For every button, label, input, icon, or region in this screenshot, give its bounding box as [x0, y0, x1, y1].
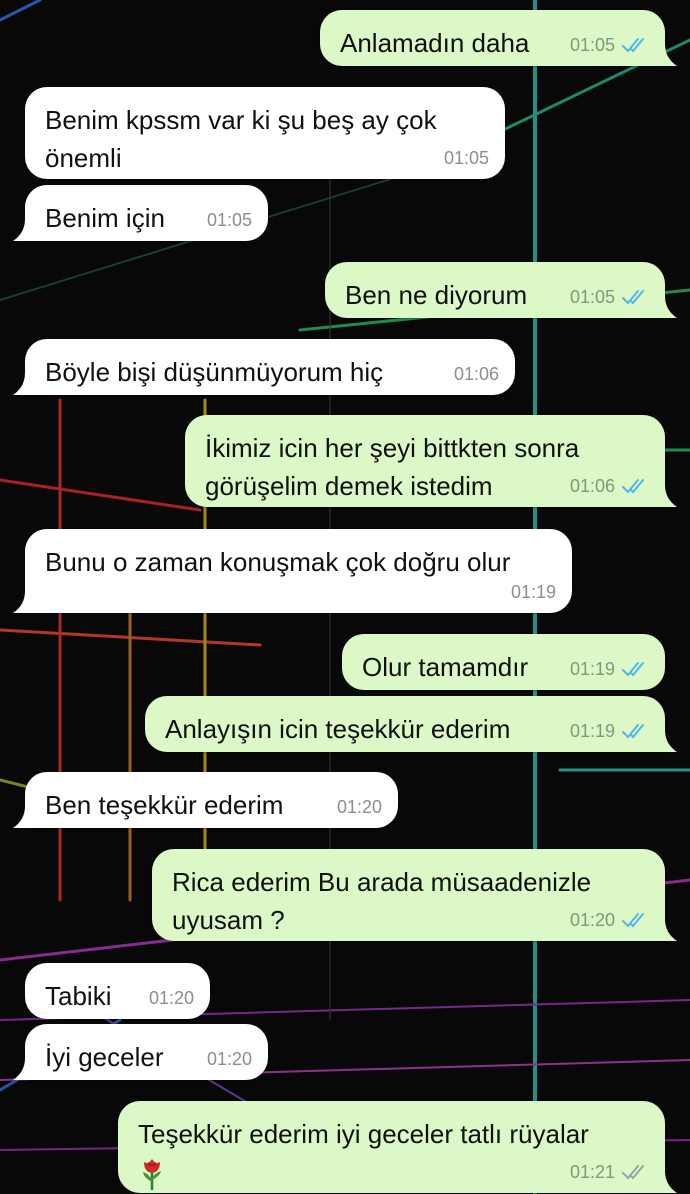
message-meta: 01:20 — [570, 909, 651, 931]
message-timestamp: 01:20 — [148, 988, 194, 1008]
message-meta: 01:05 — [570, 286, 651, 308]
message-timestamp: 01:20 — [336, 797, 382, 817]
message-timestamp: 01:05 — [206, 210, 252, 230]
bubble-tail — [655, 44, 677, 66]
read-double-check-icon — [622, 662, 644, 677]
message-timestamp: 01:06 — [569, 476, 615, 496]
outgoing-message-bubble[interactable]: Anlamadın daha 01:05 — [320, 10, 677, 66]
bubble-tail — [655, 919, 677, 941]
incoming-message-bubble[interactable]: Böyle bişi düşünmüyorum hiç 01:06 — [13, 339, 515, 395]
read-double-check-icon — [622, 290, 644, 305]
message-timestamp: 01:20 — [206, 1049, 252, 1069]
message-timestamp: 01:05 — [569, 287, 615, 307]
outgoing-message-bubble[interactable]: İkimiz icin her şeyi bittkten sonra görü… — [185, 415, 677, 507]
outgoing-message-bubble[interactable]: Ben ne diyorum 01:05 — [325, 262, 677, 318]
incoming-message-bubble[interactable]: Ben teşekkür ederim 01:20 — [13, 772, 398, 828]
message-text: Bunu o zaman konuşmak çok doğru olur — [45, 547, 511, 577]
message-timestamp: 01:21 — [569, 1162, 615, 1182]
bubble-tail — [13, 219, 35, 241]
bubble-tail — [13, 806, 35, 828]
outgoing-message-bubble[interactable]: Anlayışın icin teşekkür ederim 01:19 — [145, 696, 677, 752]
bubble-tail — [655, 296, 677, 318]
message-timestamp: 01:20 — [569, 910, 615, 930]
rose-emoji-icon — [143, 1159, 161, 1191]
chat-message-list[interactable]: Anlamadın daha 01:05 Benim kpssm var ki şu… — [0, 0, 690, 1194]
incoming-message-bubble[interactable]: Tabiki 01:20 — [25, 963, 210, 1019]
bubble-tail — [655, 1171, 677, 1193]
bubble-tail — [655, 485, 677, 507]
incoming-message-bubble[interactable]: İyi geceler 01:20 — [13, 1024, 268, 1080]
bubble-tail — [13, 591, 35, 613]
message-meta: 01:05 — [207, 209, 252, 231]
message-timestamp: 01:19 — [510, 582, 556, 602]
message-timestamp: 01:05 — [569, 35, 615, 55]
read-double-check-icon — [622, 913, 644, 928]
outgoing-message-bubble[interactable]: Teşekkür ederim iyi geceler tatlı rüyala… — [118, 1101, 677, 1193]
delivered-double-check-icon — [622, 1165, 644, 1180]
message-timestamp: 01:05 — [443, 148, 489, 168]
message-meta: 01:20 — [149, 987, 194, 1009]
message-meta: 01:20 — [207, 1048, 252, 1070]
message-meta: 01:05 — [570, 34, 651, 56]
bubble-tail — [13, 373, 35, 395]
message-text: Benim kpssm var ki şu beş ay çok önemli — [45, 105, 437, 173]
message-meta: 01:19 — [570, 720, 651, 742]
read-double-check-icon — [622, 479, 644, 494]
outgoing-message-bubble[interactable]: Olur tamamdır 01:19 — [342, 634, 665, 690]
message-text: Böyle bişi düşünmüyorum hiç — [45, 357, 384, 387]
read-double-check-icon — [622, 724, 644, 739]
message-timestamp: 01:19 — [569, 721, 615, 741]
read-double-check-icon — [622, 38, 644, 53]
message-meta: 01:06 — [454, 363, 499, 385]
message-meta: 01:06 — [570, 475, 651, 497]
message-meta: 01:20 — [337, 796, 382, 818]
message-timestamp: 01:19 — [569, 659, 615, 679]
incoming-message-bubble[interactable]: Benim kpssm var ki şu beş ay çok önemli 0… — [25, 87, 505, 179]
outgoing-message-bubble[interactable]: Rica ederim Bu arada müsaadenizle uyusam… — [152, 849, 677, 941]
bubble-tail — [655, 730, 677, 752]
incoming-message-bubble[interactable]: Bunu o zaman konuşmak çok doğru olur 01:1… — [13, 529, 572, 613]
bubble-tail — [13, 1058, 35, 1080]
message-meta: 01:21 — [570, 1161, 651, 1183]
incoming-message-bubble[interactable]: Benim için 01:05 — [13, 185, 268, 241]
message-meta: 01:05 — [444, 147, 489, 169]
message-meta: 01:19 — [511, 581, 556, 603]
message-timestamp: 01:06 — [453, 364, 499, 384]
message-meta: 01:19 — [570, 658, 651, 680]
